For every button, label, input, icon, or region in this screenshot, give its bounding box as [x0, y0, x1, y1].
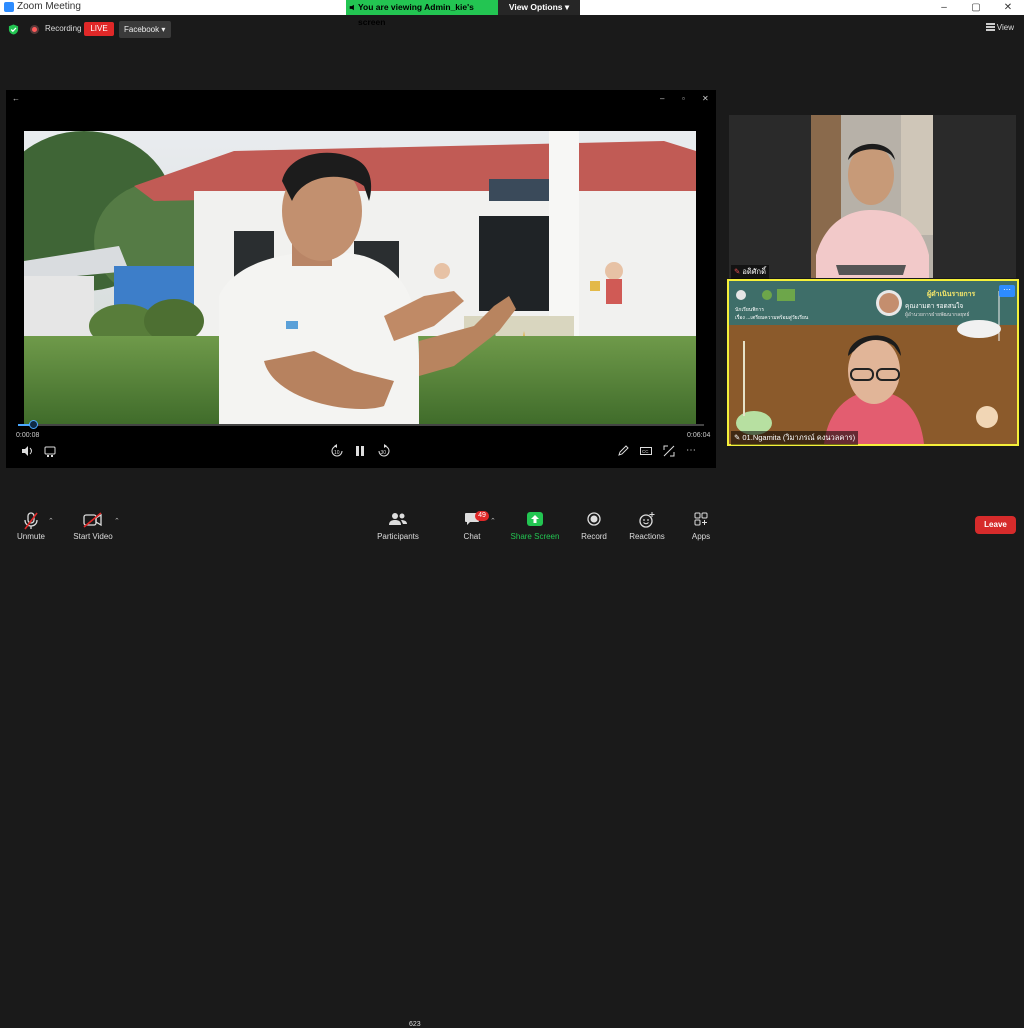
view-label: View [996, 23, 1014, 32]
participant-tile-1[interactable]: ✎ อดิศักดิ์ [729, 115, 1016, 279]
reactions-label: Reactions [629, 532, 665, 541]
pencil-icon[interactable] [616, 444, 630, 458]
participant-video-1 [811, 115, 933, 278]
svg-text:30: 30 [381, 450, 387, 456]
svg-text:CC: CC [642, 449, 649, 454]
smiley-plus-icon [639, 512, 655, 528]
stream-target-dropdown[interactable]: Facebook ▾ [119, 21, 171, 38]
record-button[interactable]: Record [574, 505, 614, 544]
meeting-toolbar: Unmute ⌃ Start Video ⌃ Participants 623 … [0, 505, 1024, 1028]
record-label: Record [581, 532, 607, 541]
minimize-player-icon[interactable]: – [660, 94, 664, 103]
window-title: Zoom Meeting [17, 1, 81, 12]
closed-caption-icon[interactable]: CC [639, 444, 653, 458]
grid-view-icon [985, 23, 995, 31]
video-scene-image [24, 131, 696, 426]
unmute-button[interactable]: Unmute [10, 505, 52, 544]
live-badge[interactable]: LIVE [84, 22, 114, 36]
microphone-muted-icon [24, 512, 38, 530]
screen-share-icon [349, 4, 354, 11]
chat-unread-badge: 49 [475, 511, 489, 521]
participants-icon [389, 513, 407, 525]
recording-indicator-icon [30, 25, 39, 34]
view-button[interactable]: View [985, 23, 1014, 32]
shield-icon[interactable] [8, 24, 19, 35]
fullscreen-icon[interactable] [662, 444, 676, 458]
forward-30-icon[interactable]: 30 [377, 444, 391, 458]
participant-name-1: ✎ อดิศักดิ์ [731, 265, 769, 279]
volume-icon[interactable] [20, 444, 34, 458]
zoom-app-icon [4, 2, 14, 12]
total-duration: 0:06:04 [687, 432, 711, 439]
participant-video-2 [729, 281, 1017, 444]
elapsed-time: 0:00:08 [16, 432, 40, 439]
view-options-button[interactable]: View Options ▾ [498, 0, 580, 15]
reactions-button[interactable]: Reactions [624, 505, 670, 544]
subtitles-icon[interactable] [43, 444, 57, 458]
rewind-10-icon[interactable]: 10 [330, 444, 344, 458]
recording-label[interactable]: Recording [45, 24, 81, 33]
close-window-button[interactable]: ✕ [992, 0, 1024, 15]
video-progress-track[interactable] [18, 424, 704, 426]
apps-button[interactable]: Apps [682, 505, 720, 544]
viewing-text: You are viewing Admin_kie's screen [358, 2, 474, 27]
participants-label: Participants [377, 532, 419, 541]
close-player-icon[interactable]: ✕ [702, 94, 709, 103]
start-video-label: Start Video [73, 532, 113, 541]
share-screen-button[interactable]: Share Screen [508, 505, 562, 544]
video-frame[interactable] [24, 131, 696, 426]
back-arrow-icon[interactable]: ← [12, 94, 20, 103]
maximize-button[interactable]: ▢ [960, 0, 992, 15]
participant-tile-2[interactable]: ผู้ดำเนินรายการ คุณงามตา รอดสนใจ ผู้อำนว… [727, 279, 1019, 446]
share-screen-label: Share Screen [510, 532, 560, 541]
apps-icon [694, 512, 708, 526]
svg-text:10: 10 [334, 450, 340, 456]
viewing-screen-banner: You are viewing Admin_kie's screen [346, 0, 498, 27]
tile-more-button[interactable]: ⋯ [999, 285, 1015, 297]
slide-role: ผู้อำนวยการฝ่ายพัฒนากลยุทธ์ [905, 312, 970, 318]
video-progress-knob[interactable] [29, 420, 39, 429]
record-icon [587, 512, 601, 526]
slide-heading: ผู้ดำเนินรายการ [927, 291, 976, 298]
video-options-caret-icon[interactable]: ⌃ [114, 517, 120, 525]
restore-player-icon[interactable]: ▫ [682, 94, 685, 103]
slide-presenter: คุณงามตา รอดสนใจ [905, 303, 964, 310]
pause-icon[interactable] [353, 444, 367, 458]
audio-options-caret-icon[interactable]: ⌃ [48, 517, 54, 525]
unmute-label: Unmute [16, 532, 45, 541]
participant-name-2: ✎ 01.Ngamita (วิมาภรณ์ คงนวลคาร) [731, 431, 859, 445]
apps-label: Apps [691, 532, 711, 541]
more-options-icon[interactable]: ⋯ [686, 444, 700, 458]
slide-left-title: นักเรียนพิการ [735, 307, 765, 313]
leave-button[interactable]: Leave [975, 516, 1016, 534]
chat-label: Chat [463, 532, 481, 541]
share-screen-icon [527, 512, 543, 526]
start-video-button[interactable]: Start Video [70, 505, 116, 544]
participants-count: 623 [409, 1021, 421, 1028]
minimize-button[interactable]: – [928, 0, 960, 15]
video-off-icon [83, 512, 102, 528]
slide-left-subtitle: เรื่อง ...เตรียมความพร้อมสู่วัยเรียน [735, 315, 809, 321]
participants-button[interactable]: Participants [374, 505, 422, 544]
